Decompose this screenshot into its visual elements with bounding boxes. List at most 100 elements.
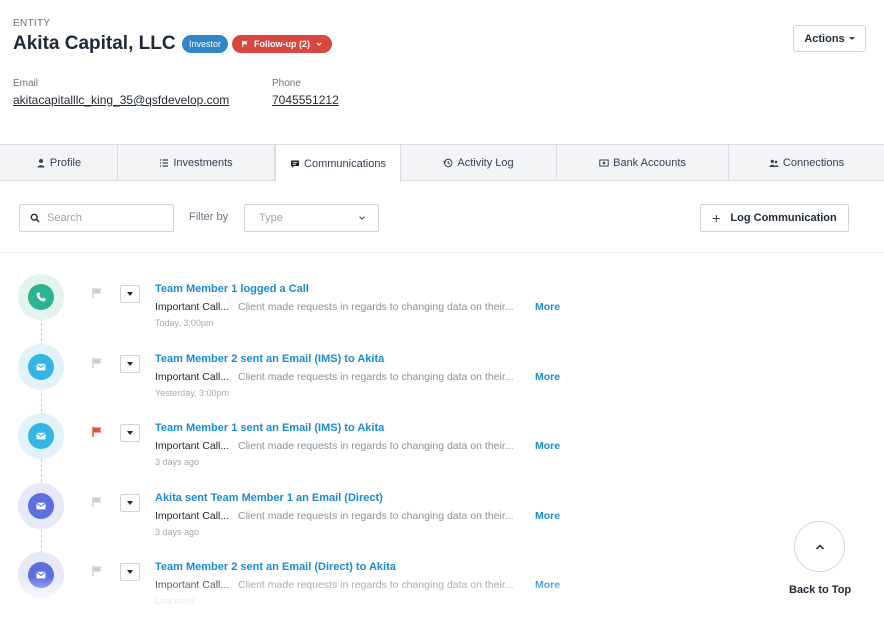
item-more-link[interactable]: More xyxy=(535,510,560,522)
item-more-link[interactable]: More xyxy=(535,579,560,591)
phone-icon xyxy=(36,292,46,302)
flag-icon[interactable] xyxy=(91,287,103,299)
envelope-icon xyxy=(36,502,46,509)
item-icon-halo xyxy=(18,552,64,598)
tab-label: Communications xyxy=(304,157,386,170)
caret-down-icon xyxy=(848,37,855,40)
item-dropdown-button[interactable] xyxy=(120,563,140,581)
caret-down-icon xyxy=(127,292,133,296)
tab-label: Profile xyxy=(49,156,82,169)
tab-connections[interactable]: Connections xyxy=(729,145,884,180)
tab-profile[interactable]: Profile xyxy=(0,145,118,180)
followup-label: Follow-up (2) xyxy=(254,39,310,49)
item-more-link[interactable]: More xyxy=(535,301,560,313)
item-timestamp: 3 days ago xyxy=(155,526,200,537)
item-subject: Important Call... xyxy=(155,440,230,452)
item-timestamp: Today, 3:00pm xyxy=(155,318,214,328)
bank-icon xyxy=(599,159,609,166)
actions-button[interactable]: Actions xyxy=(793,25,866,52)
item-dropdown-button[interactable] xyxy=(120,354,140,373)
tab-bank-accounts[interactable]: Bank Accounts xyxy=(557,145,729,180)
envelope-icon xyxy=(36,571,46,579)
tab-bar: Profile Investments Communications Activ… xyxy=(0,144,884,182)
back-to-top-label: Back to Top xyxy=(789,584,852,596)
item-timestamp: Last week xyxy=(155,596,196,606)
item-snippet: Client made requests in regards to chang… xyxy=(238,579,514,591)
tab-label: Activity Log xyxy=(457,156,514,169)
tab-investments[interactable]: Investments xyxy=(118,145,275,180)
item-icon-halo xyxy=(18,413,64,459)
item-title[interactable]: Team Member 1 sent an Email (IMS) to Aki… xyxy=(155,422,384,434)
log-communication-label: Log Communication xyxy=(730,212,837,224)
item-snippet: Client made requests in regards to chang… xyxy=(238,509,514,522)
list-icon xyxy=(160,158,169,167)
history-icon xyxy=(443,158,453,167)
phone-link[interactable]: 7045551212 xyxy=(272,93,339,107)
item-title[interactable]: Team Member 2 sent an Email (Direct) to … xyxy=(155,561,396,573)
followup-badge[interactable]: Follow-up (2) xyxy=(232,35,332,53)
communication-item: Akita sent Team Member 1 an Email (Direc… xyxy=(0,482,700,553)
tab-label: Bank Accounts xyxy=(613,156,686,169)
item-type-icon xyxy=(28,353,54,380)
chevron-down-icon xyxy=(359,216,365,220)
item-dropdown-button[interactable] xyxy=(120,285,140,303)
item-timestamp: Yesterday, 3:00pm xyxy=(155,387,230,398)
type-select[interactable]: Type xyxy=(244,204,379,232)
entity-name: Akita Capital, LLC xyxy=(13,33,176,54)
item-subject: Important Call... xyxy=(155,509,230,522)
users-icon xyxy=(769,159,779,167)
phone-label: Phone xyxy=(272,78,301,89)
item-more-link[interactable]: More xyxy=(535,371,560,383)
item-icon-halo xyxy=(18,274,64,320)
caret-down-icon xyxy=(127,500,133,505)
communication-item: Team Member 1 logged a Call Important Cal… xyxy=(0,274,700,344)
plus-icon: + xyxy=(712,210,721,226)
caret-down-icon xyxy=(127,431,133,435)
item-timestamp: 3 days ago xyxy=(155,457,200,467)
tab-activity-log[interactable]: Activity Log xyxy=(401,145,557,180)
item-title[interactable]: Team Member 1 logged a Call xyxy=(155,283,309,295)
entity-label: ENTITY xyxy=(13,18,51,29)
communication-item: Team Member 1 sent an Email (IMS) to Aki… xyxy=(0,413,700,483)
back-to-top-button[interactable] xyxy=(794,521,845,572)
tab-communications[interactable]: Communications xyxy=(275,145,401,182)
item-type-icon xyxy=(28,423,54,449)
chevron-up-icon xyxy=(815,543,824,550)
item-subject: Important Call... xyxy=(155,579,230,591)
item-dropdown-button[interactable] xyxy=(120,493,140,512)
flag-icon[interactable] xyxy=(91,565,103,577)
communication-item: Team Member 2 sent an Email (IMS) to Aki… xyxy=(0,343,700,414)
envelope-icon xyxy=(36,432,46,440)
toolbar: Search Filter by Type + Log Communicatio… xyxy=(0,181,884,253)
tab-label: Connections xyxy=(782,156,845,169)
tab-label: Investments xyxy=(173,156,233,169)
flag-icon[interactable] xyxy=(91,426,103,438)
email-label: Email xyxy=(13,78,39,89)
item-icon-halo xyxy=(18,343,64,390)
flag-icon[interactable] xyxy=(91,496,103,508)
item-type-icon xyxy=(28,562,54,588)
actions-label: Actions xyxy=(804,32,845,45)
item-icon-halo xyxy=(18,482,64,529)
item-title[interactable]: Akita sent Team Member 1 an Email (Direc… xyxy=(155,492,383,504)
item-snippet: Client made requests in regards to chang… xyxy=(238,440,514,452)
chevron-down-icon xyxy=(316,42,322,46)
flag-icon[interactable] xyxy=(91,357,103,369)
item-more-link[interactable]: More xyxy=(535,440,560,452)
item-title[interactable]: Team Member 2 sent an Email (IMS) to Aki… xyxy=(155,353,384,365)
email-link[interactable]: akitacapitalllc_king_35@qsfdevelop.com xyxy=(13,93,229,107)
item-snippet: Client made requests in regards to chang… xyxy=(238,370,514,383)
item-subject: Important Call... xyxy=(155,370,230,383)
item-dropdown-button[interactable] xyxy=(120,424,140,442)
item-subject: Important Call... xyxy=(155,301,230,313)
log-communication-button[interactable]: + Log Communication xyxy=(700,204,849,232)
envelope-icon xyxy=(36,363,46,370)
item-type-icon xyxy=(28,284,54,310)
search-icon xyxy=(30,213,40,223)
chat-icon xyxy=(291,160,300,168)
search-input[interactable]: Search xyxy=(19,204,174,232)
item-snippet: Client made requests in regards to chang… xyxy=(238,301,514,313)
filter-label: Filter by xyxy=(189,211,229,223)
flag-icon xyxy=(242,40,248,48)
item-type-icon xyxy=(28,492,54,519)
